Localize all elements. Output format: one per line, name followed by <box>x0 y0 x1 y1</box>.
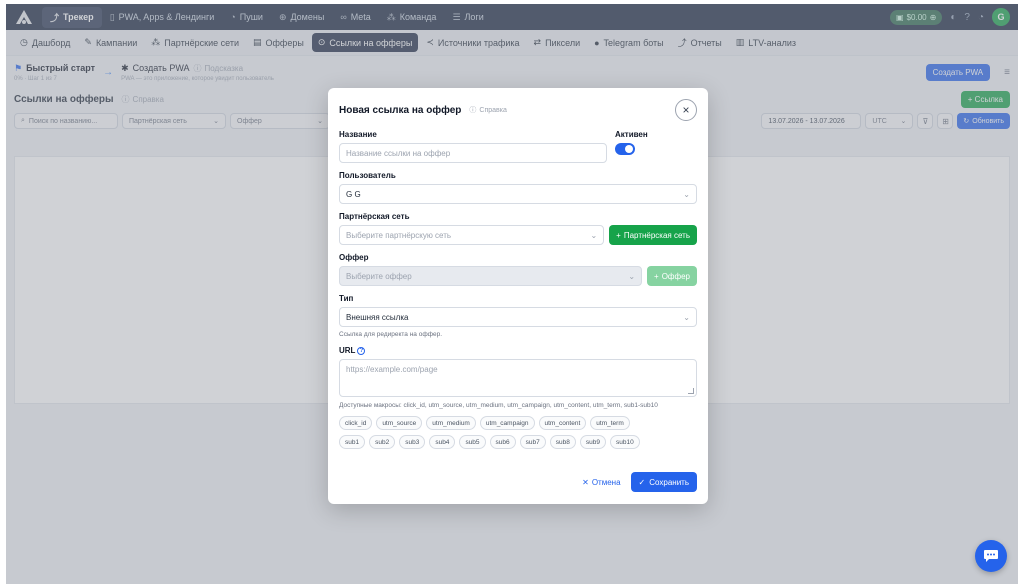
macro-chip[interactable]: sub10 <box>609 435 640 449</box>
active-toggle[interactable] <box>615 143 635 155</box>
network-label: Партнёрская сеть <box>339 212 410 221</box>
question-icon: ⓘ <box>469 107 477 114</box>
name-group: Название Название ссылки на оффер <box>339 130 607 163</box>
type-group: Тип Внешняя ссылка ⌄ Ссылка для редиректа… <box>339 294 697 338</box>
macro-chip[interactable]: utm_source <box>376 416 423 430</box>
name-input[interactable]: Название ссылки на оффер <box>339 143 607 163</box>
chevron-down-icon: ⌄ <box>683 189 690 199</box>
active-label: Активен <box>615 130 648 139</box>
macros-row-1: click_id utm_source utm_medium utm_campaign… <box>339 416 697 430</box>
macro-chip[interactable]: sub7 <box>519 435 546 449</box>
app-window: ⤴ Трекер ▯ PWA, Apps & Лендинги ◔ Пуши ⊕ Дом… <box>6 4 1018 584</box>
macro-chip[interactable]: utm_term <box>590 416 630 430</box>
plus-icon: + <box>616 230 621 240</box>
name-label: Название <box>339 130 377 139</box>
offer-group: Оффер Выберите оффер ⌄ + Оффер <box>339 253 697 286</box>
url-label: URL? <box>339 346 697 355</box>
macro-chip[interactable]: utm_content <box>538 416 587 430</box>
modal-header: Новая ссылка на оффер ⓘ Справка × <box>339 99 697 121</box>
modal-footer: ✕ Отмена ✓ Сохранить <box>582 472 697 492</box>
type-hint: Ссылка для редиректа на оффер. <box>339 331 443 338</box>
macro-chip[interactable]: sub6 <box>489 435 516 449</box>
macro-chip[interactable]: sub3 <box>399 435 426 449</box>
macros-description: Доступные макросы: click_id, utm_source,… <box>339 402 658 409</box>
name-active-row: Название Название ссылки на оффер Активе… <box>339 130 697 163</box>
user-select[interactable]: G G ⌄ <box>339 184 697 204</box>
modal-help-link[interactable]: ⓘ Справка <box>469 105 506 115</box>
active-group: Активен <box>615 130 697 163</box>
chat-icon <box>984 550 998 562</box>
modal-title: Новая ссылка на оффер <box>339 104 462 116</box>
macro-chip[interactable]: sub4 <box>429 435 456 449</box>
network-select[interactable]: Выберите партнёрскую сеть ⌄ <box>339 225 605 245</box>
macro-chip[interactable]: utm_medium <box>426 416 476 430</box>
add-network-button[interactable]: + Партнёрская сеть <box>609 225 697 245</box>
close-icon[interactable]: × <box>675 99 697 121</box>
plus-icon: + <box>654 271 659 281</box>
macro-chip[interactable]: sub1 <box>339 435 366 449</box>
check-icon: ✓ <box>638 477 646 487</box>
url-group: URL? https://example.com/page Доступные … <box>339 346 697 449</box>
chat-button[interactable] <box>975 540 1007 572</box>
question-icon[interactable]: ? <box>357 346 366 355</box>
cancel-button[interactable]: ✕ Отмена <box>582 478 620 487</box>
macro-chip[interactable]: sub9 <box>579 435 606 449</box>
offer-label: Оффер <box>339 253 369 262</box>
user-label: Пользователь <box>339 171 396 180</box>
chevron-down-icon: ⌄ <box>683 312 690 322</box>
macro-chip[interactable]: click_id <box>339 416 373 430</box>
new-offer-link-modal: Новая ссылка на оффер ⓘ Справка × Названи… <box>328 88 708 504</box>
macro-chip[interactable]: sub2 <box>369 435 396 449</box>
chevron-down-icon: ⌄ <box>590 230 598 240</box>
chevron-down-icon: ⌄ <box>628 271 636 281</box>
type-label: Тип <box>339 294 354 303</box>
macro-chip[interactable]: sub5 <box>459 435 486 449</box>
network-group: Партнёрская сеть Выберите партнёрскую се… <box>339 212 697 245</box>
offer-select[interactable]: Выберите оффер ⌄ <box>339 266 643 286</box>
user-group: Пользователь G G ⌄ <box>339 171 697 204</box>
macro-chip[interactable]: utm_campaign <box>479 416 535 430</box>
close-icon: ✕ <box>582 477 589 487</box>
type-select[interactable]: Внешняя ссылка ⌄ <box>339 307 697 327</box>
add-offer-button[interactable]: + Оффер <box>647 266 697 286</box>
url-textarea[interactable]: https://example.com/page <box>339 359 697 397</box>
macro-chip[interactable]: sub8 <box>549 435 576 449</box>
macros-row-2: sub1 sub2 sub3 sub4 sub5 sub6 sub7 sub8 sub9 sub1… <box>339 435 697 449</box>
save-button[interactable]: ✓ Сохранить <box>630 472 697 492</box>
